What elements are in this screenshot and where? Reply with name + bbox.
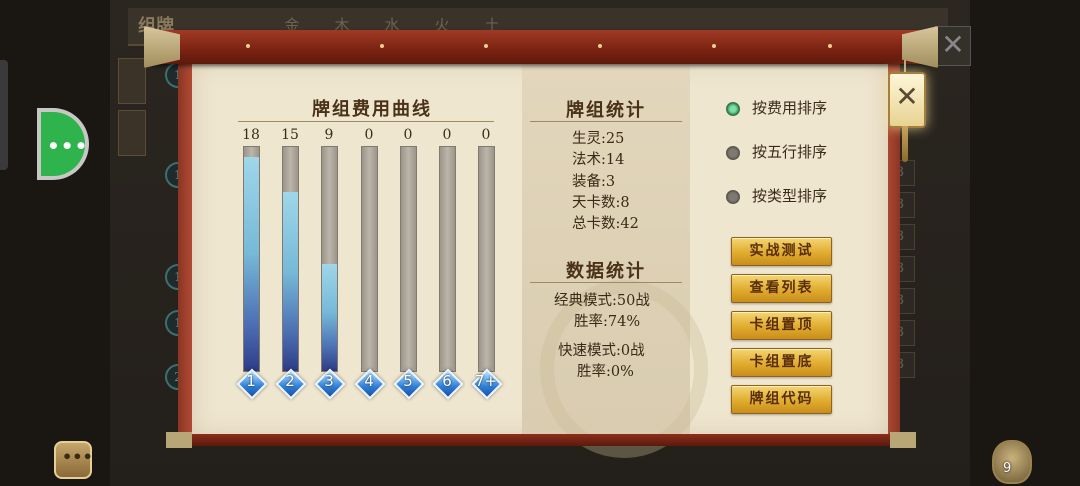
cost-tick-label: 2 bbox=[285, 372, 295, 390]
background-side-tab bbox=[118, 110, 146, 156]
bar-count-label: 9 bbox=[324, 127, 334, 143]
stat-quick-matches: 快速模式:0战 bbox=[558, 343, 645, 359]
cost-diamond-icon: 2 bbox=[275, 368, 307, 400]
lantern-string bbox=[904, 60, 906, 72]
title-divider bbox=[530, 282, 682, 283]
cost-tick-label: 4 bbox=[364, 372, 374, 390]
move-deck-bottom-button[interactable]: 卡组置底 bbox=[731, 348, 832, 377]
deck-stats-title: 牌组统计 bbox=[566, 100, 646, 121]
chat-button[interactable]: ••• bbox=[54, 441, 93, 479]
bar-count-label: 15 bbox=[281, 127, 299, 143]
chat-icon: ••• bbox=[62, 447, 93, 466]
view-list-button[interactable]: 查看列表 bbox=[731, 274, 832, 303]
deck-code-button[interactable]: 牌组代码 bbox=[731, 385, 832, 414]
stat-equipment: 装备:3 bbox=[572, 174, 616, 190]
cost-tick-label: 3 bbox=[324, 372, 334, 390]
bar-fill bbox=[244, 157, 259, 371]
radio-icon[interactable] bbox=[726, 146, 740, 160]
background-side-tab bbox=[118, 58, 146, 104]
title-divider bbox=[238, 121, 494, 122]
card-pack-count: 9 bbox=[1003, 461, 1012, 476]
left-edge-tab[interactable] bbox=[0, 60, 8, 170]
card-pack-icon[interactable] bbox=[992, 440, 1032, 484]
radio-selected-icon[interactable] bbox=[726, 102, 740, 116]
bar-fill bbox=[283, 192, 298, 371]
close-icon: ✕ bbox=[895, 80, 919, 113]
cost-diamond-icon: 1 bbox=[236, 368, 268, 400]
sort-label: 按五行排序 bbox=[752, 143, 828, 161]
cost-tick-label: 7+ bbox=[474, 372, 498, 390]
cost-tick-label: 5 bbox=[403, 372, 413, 390]
stat-sky-cards: 天卡数:8 bbox=[572, 195, 630, 211]
bar-count-label: 18 bbox=[242, 127, 260, 143]
radio-icon[interactable] bbox=[726, 190, 740, 204]
bar-track bbox=[321, 146, 338, 372]
cost-tick-label: 1 bbox=[246, 372, 256, 390]
bar-count-label: 0 bbox=[403, 127, 413, 143]
bar-track bbox=[439, 146, 456, 372]
bar-track bbox=[243, 146, 260, 372]
move-deck-top-button[interactable]: 卡组置顶 bbox=[731, 311, 832, 340]
stat-classic-winrate: 胜率:74% bbox=[574, 314, 641, 330]
sort-label: 按费用排序 bbox=[752, 99, 828, 117]
bar-track bbox=[361, 146, 378, 372]
roller-stud bbox=[380, 44, 384, 48]
title-divider bbox=[530, 121, 682, 122]
cost-diamond-icon: 7+ bbox=[471, 368, 503, 400]
roller-stud bbox=[598, 44, 602, 48]
bar-count-label: 0 bbox=[364, 127, 374, 143]
scroll-bottom-roller bbox=[166, 432, 916, 448]
scroll-edge-left bbox=[178, 62, 192, 436]
bar-track bbox=[282, 146, 299, 372]
roller-stud bbox=[246, 44, 250, 48]
roller-stud bbox=[712, 44, 716, 48]
close-button[interactable]: ✕ bbox=[888, 72, 926, 128]
bar-track bbox=[478, 146, 495, 372]
stat-creatures: 生灵:25 bbox=[572, 131, 625, 147]
battle-test-button[interactable]: 实战测试 bbox=[731, 237, 832, 266]
cost-diamond-icon: 5 bbox=[393, 368, 425, 400]
stat-classic-matches: 经典模式:50战 bbox=[554, 293, 650, 309]
sort-label: 按类型排序 bbox=[752, 187, 828, 205]
lantern-tassel bbox=[902, 126, 908, 162]
stat-total-cards: 总卡数:42 bbox=[572, 216, 639, 232]
more-dots-icon: ••• bbox=[47, 134, 89, 158]
cost-tick-label: 6 bbox=[442, 372, 452, 390]
cost-diamond-icon: 3 bbox=[314, 368, 346, 400]
roller-stud bbox=[484, 44, 488, 48]
cost-diamond-icon: 4 bbox=[354, 368, 386, 400]
floating-chat-bubble[interactable]: ••• bbox=[41, 112, 89, 176]
background-close-icon: ✕ bbox=[935, 26, 971, 66]
bar-fill bbox=[322, 264, 337, 371]
cost-diamond-icon: 6 bbox=[432, 368, 464, 400]
bar-track bbox=[400, 146, 417, 372]
stat-quick-winrate: 胜率:0% bbox=[577, 364, 634, 380]
bar-count-label: 0 bbox=[481, 127, 491, 143]
data-stats-title: 数据统计 bbox=[566, 261, 646, 282]
roller-stud bbox=[828, 44, 832, 48]
bar-count-label: 0 bbox=[442, 127, 452, 143]
cost-curve-title: 牌组费用曲线 bbox=[312, 99, 432, 120]
scroll-top-roller bbox=[150, 30, 932, 64]
stat-spells: 法术:14 bbox=[572, 152, 625, 168]
